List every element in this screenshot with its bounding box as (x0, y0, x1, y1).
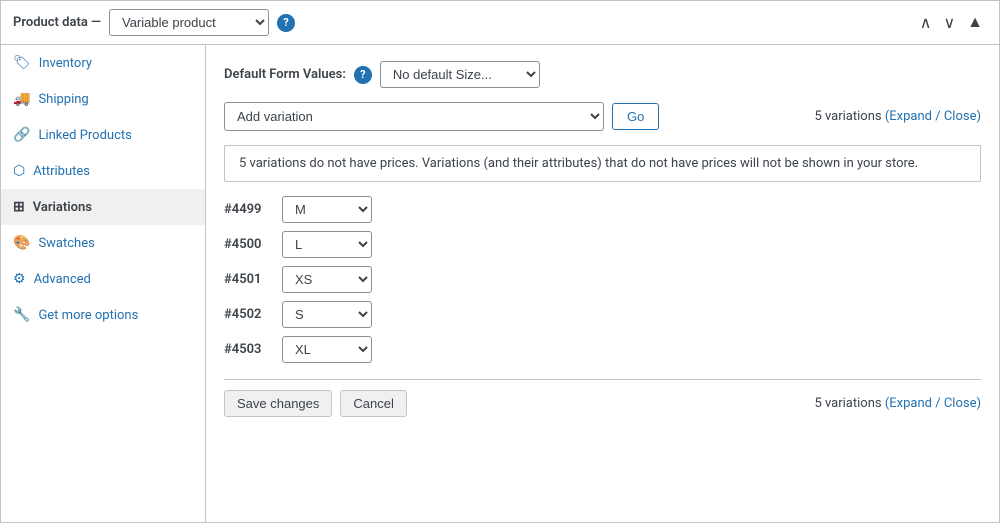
sidebar-item-attributes-label: Attributes (33, 164, 90, 179)
variation-size-select[interactable]: MLXSSXLXXL (282, 336, 372, 363)
variation-row: #4500 MLXSSXLXXL (224, 231, 981, 258)
go-button[interactable]: Go (612, 103, 659, 130)
header-controls: ∧ ∨ ▲ (916, 11, 987, 35)
warning-box: 5 variations do not have prices. Variati… (224, 145, 981, 182)
sidebar-item-swatches[interactable]: 🎨 Swatches (1, 225, 205, 261)
main-content: Default Form Values: ? No default Size..… (206, 45, 999, 522)
default-form-select[interactable]: No default Size... (380, 61, 540, 88)
linked-products-icon: 🔗 (13, 127, 30, 143)
variation-row: #4499 MLXSSXLXXL (224, 196, 981, 223)
sidebar-item-attributes[interactable]: ⬡ Attributes (1, 153, 205, 189)
sidebar-item-shipping[interactable]: 🚚 Shipping (1, 81, 205, 117)
product-data-title: Product data — (13, 15, 101, 30)
sidebar-item-variations[interactable]: ⊞ Variations (1, 189, 205, 225)
variation-size-select[interactable]: MLXSSXLXXL (282, 266, 372, 293)
collapse-up-button[interactable]: ∧ (916, 11, 936, 35)
variation-id: #4502 (224, 307, 272, 322)
footer-row: Save changes Cancel 5 variations (Expand… (224, 379, 981, 417)
default-form-label: Default Form Values: (224, 67, 346, 82)
sidebar-item-linked-products-label: Linked Products (38, 128, 131, 143)
variation-size-select[interactable]: MLXSSXLXXL (282, 196, 372, 223)
sidebar-item-linked-products[interactable]: 🔗 Linked Products (1, 117, 205, 153)
variations-icon: ⊞ (13, 199, 25, 215)
default-form-help-icon[interactable]: ? (354, 66, 372, 84)
sidebar: 🏷 Inventory 🚚 Shipping 🔗 Linked Products… (1, 45, 206, 522)
add-variation-row: Add variation Go 5 variations (Expand / … (224, 102, 981, 131)
sidebar-item-shipping-label: Shipping (38, 92, 88, 107)
sidebar-item-advanced-label: Advanced (34, 272, 91, 287)
variations-list: #4499 MLXSSXLXXL #4500 MLXSSXLXXL #4501 MLXSS… (224, 196, 981, 363)
cancel-button[interactable]: Cancel (340, 390, 406, 417)
collapse-down-button[interactable]: ∨ (939, 11, 959, 35)
variation-count-bottom: 5 variations (Expand / Close) (814, 396, 981, 411)
variation-id: #4500 (224, 237, 272, 252)
warning-message: 5 variations do not have prices. Variati… (239, 156, 918, 171)
sidebar-item-inventory[interactable]: 🏷 Inventory (1, 45, 205, 81)
product-type-select[interactable]: Variable product (109, 9, 269, 36)
add-variation-select[interactable]: Add variation (224, 102, 604, 131)
variation-row: #4501 MLXSSXLXXL (224, 266, 981, 293)
variation-id: #4501 (224, 272, 272, 287)
variation-row: #4502 MLXSSXLXXL (224, 301, 981, 328)
variation-size-select[interactable]: MLXSSXLXXL (282, 231, 372, 258)
variation-size-select[interactable]: MLXSSXLXXL (282, 301, 372, 328)
sidebar-item-get-more-options[interactable]: 🔧 Get more options (1, 297, 205, 333)
get-more-options-icon: 🔧 (13, 307, 30, 323)
variation-id: #4499 (224, 202, 272, 217)
product-data-panel: Product data — Variable product ? ∧ ∨ ▲ … (0, 0, 1000, 523)
default-form-row: Default Form Values: ? No default Size..… (224, 61, 981, 88)
collapse-toggle-button[interactable]: ▲ (963, 12, 987, 34)
sidebar-item-variations-label: Variations (33, 200, 92, 215)
swatches-icon: 🎨 (13, 235, 30, 251)
expand-close-bottom-link[interactable]: (Expand / Close) (885, 396, 981, 411)
sidebar-item-advanced[interactable]: ⚙ Advanced (1, 261, 205, 297)
sidebar-item-get-more-options-label: Get more options (38, 308, 138, 323)
product-data-header: Product data — Variable product ? ∧ ∨ ▲ (1, 1, 999, 45)
sidebar-item-inventory-label: Inventory (39, 56, 92, 71)
attributes-icon: ⬡ (13, 163, 25, 179)
shipping-icon: 🚚 (13, 91, 30, 107)
save-changes-button[interactable]: Save changes (224, 390, 332, 417)
inventory-icon: 🏷 (13, 55, 31, 71)
variation-count-top: 5 variations (Expand / Close) (814, 109, 981, 124)
expand-close-top-link[interactable]: (Expand / Close) (885, 109, 981, 124)
variation-row: #4503 MLXSSXLXXL (224, 336, 981, 363)
variation-id: #4503 (224, 342, 272, 357)
product-data-body: 🏷 Inventory 🚚 Shipping 🔗 Linked Products… (1, 45, 999, 522)
advanced-icon: ⚙ (13, 271, 26, 287)
product-type-help-icon[interactable]: ? (277, 14, 295, 32)
sidebar-item-swatches-label: Swatches (38, 236, 94, 251)
